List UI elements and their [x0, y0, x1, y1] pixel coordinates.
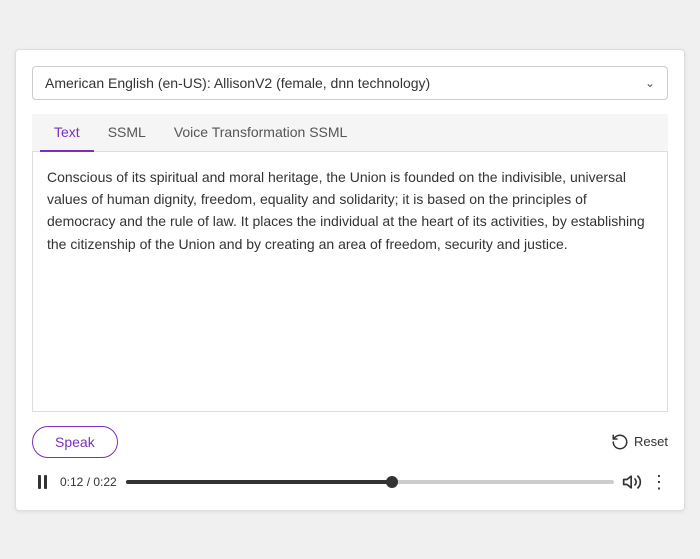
- tabs-bar: Text SSML Voice Transformation SSML: [32, 114, 668, 152]
- text-area-container: [32, 152, 668, 412]
- tab-ssml[interactable]: SSML: [94, 114, 160, 152]
- volume-icon[interactable]: [622, 472, 642, 492]
- voice-dropdown[interactable]: American English (en-US): AllisonV2 (fem…: [32, 66, 668, 100]
- pause-icon: [38, 475, 47, 489]
- progress-thumb[interactable]: [386, 476, 398, 488]
- text-input[interactable]: [33, 152, 667, 411]
- progress-fill: [126, 480, 392, 484]
- reset-label: Reset: [634, 434, 668, 449]
- time-display: 0:12 / 0:22: [60, 475, 118, 489]
- tab-text[interactable]: Text: [40, 114, 94, 152]
- main-container: American English (en-US): AllisonV2 (fem…: [15, 49, 685, 511]
- progress-bar[interactable]: [126, 480, 614, 484]
- speak-button[interactable]: Speak: [32, 426, 118, 458]
- reset-group[interactable]: Reset: [611, 433, 668, 451]
- pause-button[interactable]: [32, 472, 52, 492]
- tab-voice-transformation-ssml[interactable]: Voice Transformation SSML: [160, 114, 362, 152]
- reset-icon: [611, 433, 629, 451]
- chevron-down-icon: ⌄: [645, 76, 655, 90]
- current-time: 0:12: [60, 475, 83, 489]
- voice-dropdown-label: American English (en-US): AllisonV2 (fem…: [45, 75, 430, 91]
- audio-player: 0:12 / 0:22 ⋮: [32, 466, 668, 494]
- action-row: Speak Reset: [32, 426, 668, 458]
- more-options-icon[interactable]: ⋮: [650, 473, 668, 491]
- total-time: 0:22: [93, 475, 116, 489]
